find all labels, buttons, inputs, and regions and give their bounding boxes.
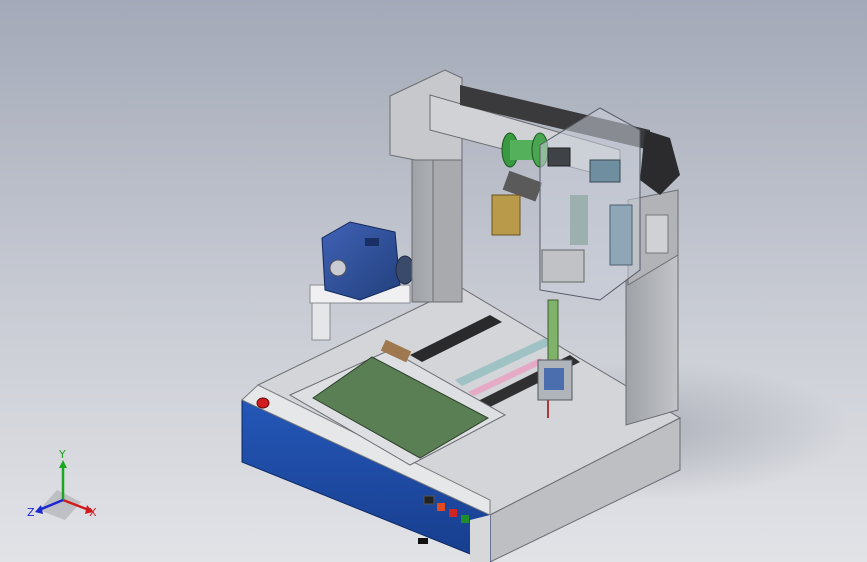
triad-z-label: Z (27, 506, 35, 519)
left-motor-unit[interactable] (309, 221, 415, 304)
triad-x-label: X (89, 506, 97, 519)
motor-rear-fan (395, 255, 415, 285)
motor-vent (365, 238, 379, 246)
feeder-assembly (491, 194, 521, 236)
control-button-reset[interactable] (461, 515, 469, 523)
feeder-bracket (570, 195, 588, 245)
head-drive-gear (589, 159, 621, 183)
head-motor (541, 249, 585, 283)
usb-port[interactable] (418, 538, 428, 544)
coordinate-triad: Y X Z (27, 448, 97, 520)
right-bracket (609, 204, 633, 266)
belt-drive (640, 130, 680, 195)
emergency-stop-button[interactable] (256, 397, 270, 409)
control-button-power[interactable] (423, 495, 435, 505)
triad-y-label: Y (58, 448, 66, 461)
head-fan (547, 147, 571, 167)
control-button-pause[interactable] (449, 509, 457, 517)
3d-model-viewport[interactable] (0, 0, 867, 562)
control-button-start[interactable] (437, 503, 445, 511)
motor-shaft-cap (329, 259, 347, 277)
base-lower-trim (470, 515, 490, 562)
